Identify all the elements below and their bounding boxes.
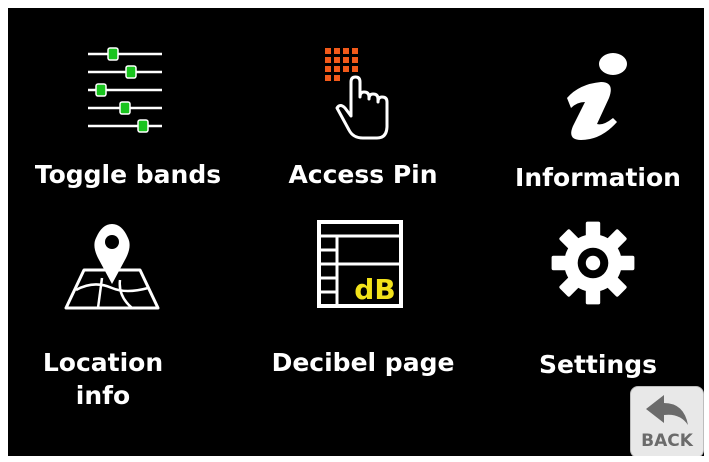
location-info-label-line2: info [75,381,131,410]
main-menu-screen: Toggle bands Access Pin Information Loca… [8,8,704,456]
settings-tile[interactable]: Settings [498,218,698,383]
gear-icon [551,221,635,305]
location-info-label-line1: Location [42,348,164,377]
decibel-page-label: Decibel page [271,348,455,377]
decibel-icon-text: dB [354,273,395,306]
equalizer-sliders-icon [88,47,162,133]
toggle-bands-tile[interactable]: Toggle bands [28,38,228,198]
information-icon [567,53,627,140]
map-pin-icon [64,224,160,310]
decibel-table-icon: dB [317,220,403,308]
access-pin-label: Access Pin [288,160,438,189]
access-pin-tile[interactable]: Access Pin [263,38,463,198]
location-info-tile[interactable]: Location info [28,218,228,410]
back-arrow-icon [646,395,688,425]
settings-label: Settings [538,350,657,379]
information-label: Information [515,163,681,192]
back-button[interactable]: BACK [630,386,704,456]
toggle-bands-label: Toggle bands [34,160,222,189]
back-label: BACK [641,431,693,451]
information-tile[interactable]: Information [498,38,698,203]
keypad-pointer-icon [325,48,389,140]
decibel-page-tile[interactable]: dB Decibel page [263,218,463,383]
